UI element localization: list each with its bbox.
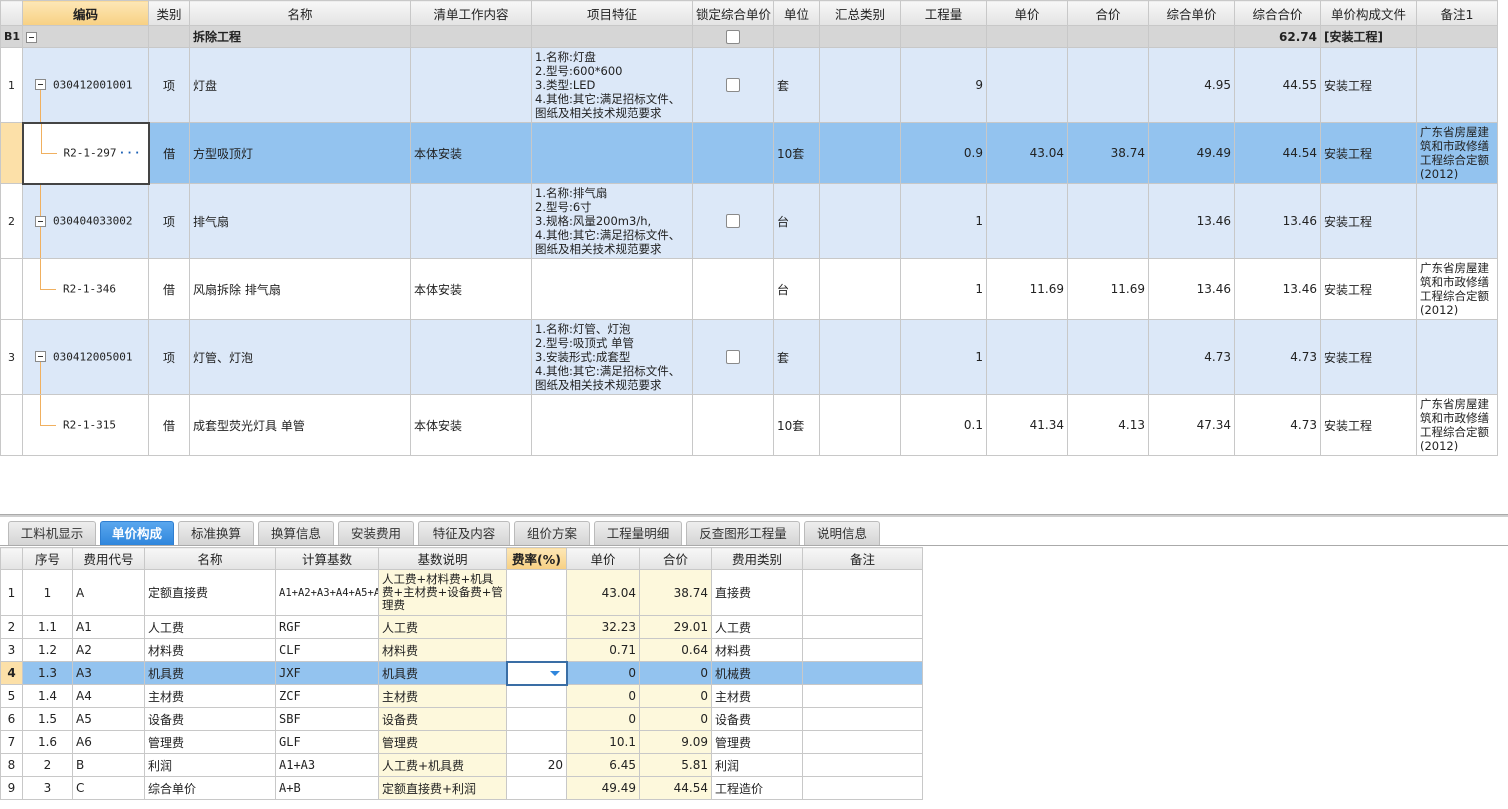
table-row[interactable]: 7 1.6 A6 管理费 GLF 管理费 10.1 9.09 管理费 [0,730,923,754]
col-header-name[interactable]: 名称 [144,547,276,570]
col-header-code[interactable]: 编码 [22,0,149,26]
col-header-base-desc[interactable]: 基数说明 [378,547,507,570]
table-row[interactable]: 9 3 C 综合单价 A+B 定额直接费+利润 49.49 44.54 工程造价 [0,776,923,800]
col-header-price[interactable]: 单价 [986,0,1068,26]
group-total: 62.74 [1234,25,1321,48]
col-header-total[interactable]: 综合合价 [1234,0,1321,26]
lock-price-checkbox[interactable] [726,78,740,93]
col-header-fee-code[interactable]: 费用代号 [72,547,145,570]
col-header-kind[interactable]: 类别 [148,0,190,26]
group-file: [安装工程] [1320,25,1417,48]
feature-cell[interactable]: 1.名称:灯管、灯泡 2.型号:吸顶式 单管 3.安装形式:成套型 4.其他:其… [531,319,693,395]
tab-labor-material-machine[interactable]: 工料机显示 [8,521,96,545]
app-window: { "top_headers": ["编码","类别","名称","清单工作内容… [0,0,1508,809]
feature-cell[interactable]: 1.名称:灯盘 2.型号:600*600 3.类型:LED 4.其他:其它:满足… [531,47,693,123]
col-header-note[interactable]: 备注1 [1416,0,1498,26]
table-row[interactable]: R2-1-315 借 成套型荧光灯具 单管 本体安装 10套 0.1 41.34… [0,394,1498,456]
table-row[interactable]: 3 1.2 A2 材料费 CLF 材料费 0.71 0.64 材料费 [0,638,923,662]
row-number[interactable] [0,394,23,456]
table-row[interactable]: 6 1.5 A5 设备费 SBF 设备费 0 0 设备费 [0,707,923,731]
table-row[interactable]: R2-1-346 借 风扇拆除 排气扇 本体安装 台 1 11.69 11.69… [0,258,1498,320]
table-row[interactable]: 3 030412005001 项 灯管、灯泡 1.名称:灯管、灯泡 2.型号:吸… [0,319,1498,395]
tab-conversion-info[interactable]: 换算信息 [258,521,334,545]
bill-items-table: 编码 类别 名称 清单工作内容 项目特征 锁定综合单价 单位 汇总类别 工程量 … [0,0,1498,456]
tab-installation-fee[interactable]: 安装费用 [338,521,414,545]
tab-reverse-graphic-quantity[interactable]: 反查图形工程量 [686,521,800,545]
collapse-icon[interactable] [26,31,37,43]
table-row[interactable]: 2 030404033002 项 排气扇 1.名称:排气扇 2.型号:6寸 3.… [0,183,1498,259]
code-cell[interactable]: R2-1-346 [22,258,149,320]
lock-price-checkbox[interactable] [726,350,740,365]
tab-pricing-scheme[interactable]: 组价方案 [514,521,590,545]
lock-checkbox-cell[interactable] [692,25,774,48]
code-cell[interactable]: 030404033002 [22,183,149,259]
code-cell[interactable]: R2-1-315 [22,394,149,456]
col-header-sum-category[interactable]: 汇总类别 [819,0,901,26]
collapse-toggle[interactable] [22,25,149,48]
row-number[interactable]: 1 [0,47,23,123]
dropdown-arrow-icon[interactable] [549,670,560,676]
col-header-price-file[interactable]: 单价构成文件 [1320,0,1417,26]
row-number[interactable]: 3 [0,319,23,395]
col-header-feature[interactable]: 项目特征 [531,0,693,26]
table-row[interactable]: 5 1.4 A4 主材费 ZCF 主材费 0 0 主材费 [0,684,923,708]
group-row[interactable]: B1 拆除工程 62.74 [安装工程] [0,25,1498,48]
table-row-selected[interactable]: 4 1.3 A3 机具费 JXF 机具费 0 0 机械费 [0,660,923,686]
table-row[interactable]: 1 030412001001 项 灯盘 1.名称:灯盘 2.型号:600*600… [0,47,1498,123]
panel-splitter[interactable] [0,514,1508,517]
tab-quantity-detail[interactable]: 工程量明细 [594,521,682,545]
row-number[interactable] [0,122,23,184]
col-header-note[interactable]: 备注 [802,547,923,570]
col-header-amount[interactable]: 合价 [1067,0,1149,26]
collapse-icon[interactable] [35,351,46,362]
code-edit-cell[interactable]: R2-1-297 ··· [21,121,150,185]
table-row[interactable]: 1 1 A 定额直接费 A1+A2+A3+A4+A5+A6 人工费+材料费+机具… [0,569,923,616]
lock-price-checkbox[interactable] [726,214,740,229]
feature-cell[interactable]: 1.名称:排气扇 2.型号:6寸 3.规格:风量200m3/h, 4.其他:其它… [531,183,693,259]
col-header-lock-price[interactable]: 锁定综合单价 [692,0,774,26]
code-cell[interactable]: 030412005001 [22,319,149,395]
col-header-quantity[interactable]: 工程量 [900,0,987,26]
col-header-price[interactable]: 单价 [566,547,640,570]
tab-standard-conversion[interactable]: 标准换算 [178,521,254,545]
code-cell[interactable]: 030412001001 [22,47,149,123]
collapse-icon[interactable] [35,79,46,90]
tab-unit-price-composition[interactable]: 单价构成 [100,521,174,545]
corner-header[interactable] [0,0,23,26]
rate-dropdown[interactable] [505,660,568,686]
row-number[interactable]: B1 [0,25,23,48]
table-row-selected[interactable]: R2-1-297 ··· 借 方型吸顶灯 本体安装 10套 0.9 43.04 3… [0,121,1498,185]
col-header-rate[interactable]: 费率(%) [506,547,567,570]
row-number[interactable]: 2 [0,183,23,259]
col-header-unit[interactable]: 单位 [773,0,820,26]
table-row[interactable]: 2 1.1 A1 人工费 RGF 人工费 32.23 29.01 人工费 [0,615,923,639]
detail-tabs: 工料机显示 单价构成 标准换算 换算信息 安装费用 特征及内容 组价方案 工程量… [8,521,884,545]
col-header-seq[interactable]: 序号 [22,547,73,570]
col-header-amount[interactable]: 合价 [639,547,712,570]
col-header-calc-base[interactable]: 计算基数 [275,547,379,570]
corner-header[interactable] [0,547,23,570]
group-name: 拆除工程 [189,25,411,48]
collapse-icon[interactable] [35,215,46,227]
row-number[interactable] [0,258,23,320]
col-header-unit-price[interactable]: 综合单价 [1148,0,1235,26]
more-options-button[interactable]: ··· [119,147,142,160]
lock-price-checkbox[interactable] [726,29,740,44]
tab-features-content[interactable]: 特征及内容 [418,521,510,545]
col-header-fee-category[interactable]: 费用类别 [711,547,803,570]
col-header-work[interactable]: 清单工作内容 [410,0,532,26]
tab-description-info[interactable]: 说明信息 [804,521,880,545]
price-composition-table: 序号 费用代号 名称 计算基数 基数说明 费率(%) 单价 合价 费用类别 备注… [0,547,923,800]
table-row[interactable]: 8 2 B 利润 A1+A3 人工费+机具费 20 6.45 5.81 利润 [0,753,923,777]
col-header-name[interactable]: 名称 [189,0,411,26]
